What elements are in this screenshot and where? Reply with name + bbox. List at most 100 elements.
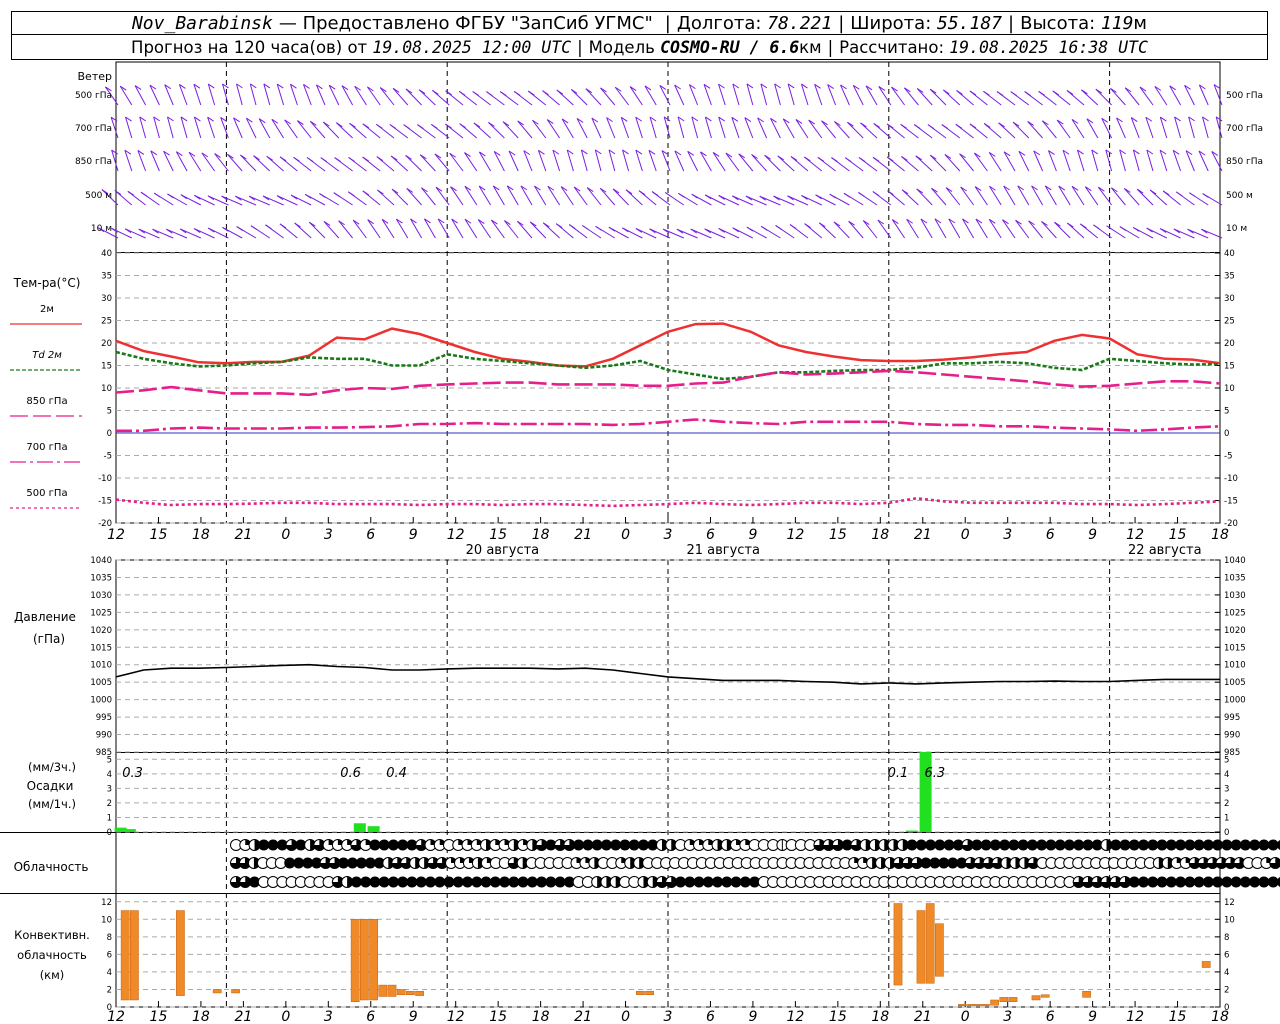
wind-barb-feather (293, 156, 300, 162)
wind-level-label-right: 700 гПа (1226, 124, 1263, 134)
wind-barb (1062, 150, 1071, 172)
wind-barb (478, 185, 492, 206)
convective-bar (1201, 961, 1211, 968)
wind-barb-feather (1132, 226, 1140, 232)
wind-barb (504, 220, 519, 239)
convective-title-line: Конвективн. (14, 928, 90, 942)
wind-barb (405, 155, 422, 172)
wind-barb (517, 120, 533, 139)
hour-tick-label: 15 (829, 527, 847, 543)
wind-barb (464, 152, 478, 172)
wind-barb-feather (1052, 90, 1060, 96)
wind-barb (960, 186, 975, 206)
wind-barb-feather (445, 90, 452, 96)
hour-tick-label: 9 (1088, 1009, 1097, 1024)
wind-barb-feather (458, 90, 466, 96)
convective-bar (231, 989, 240, 994)
wind-barb (381, 219, 395, 239)
hour-tick-label: 18 (1211, 1009, 1229, 1024)
wind-barb-feather (555, 223, 563, 229)
wind-barb-feather (678, 192, 685, 198)
hour-tick-label: 18 (871, 1009, 889, 1024)
wind-barb (1071, 119, 1085, 139)
wind-barb-feather (996, 91, 1004, 96)
wind-barb (258, 118, 271, 139)
pres-tick-label-left: 1035 (90, 573, 112, 583)
wind-barb (1058, 185, 1071, 206)
temp-series-500-гПа (115, 496, 1221, 508)
wind-barb-feather (790, 156, 798, 161)
pres-tick-label-left: 1010 (90, 661, 112, 671)
temp-legend-title: Тем-ра(°С) (13, 276, 81, 290)
wind-barb (738, 153, 754, 172)
wind-barb (1054, 221, 1071, 239)
wind-barb (988, 152, 1002, 172)
wind-barb-feather (294, 222, 301, 228)
hour-tick-label: 18 (192, 527, 210, 543)
wind-barb (795, 119, 809, 139)
temp-legend-label: Td 2м (32, 350, 62, 361)
wind-barb-feather (1080, 223, 1087, 229)
wind-barb (560, 186, 574, 206)
wind-barb (1012, 121, 1030, 139)
wind-barb (1031, 185, 1044, 206)
wind-barbs (97, 83, 1223, 239)
wind-barb (614, 86, 629, 106)
wind-barb-feather (349, 122, 356, 128)
convective-bar (893, 903, 903, 986)
hour-tick-label: 15 (1169, 1009, 1187, 1024)
temp-tick-label-right: -10 (1224, 474, 1238, 484)
pres-tick-label-left: 1005 (90, 678, 112, 688)
pres-tick-label-right: 990 (1224, 731, 1240, 741)
wind-barb-feather (886, 123, 894, 129)
wind-barb (110, 117, 119, 139)
temp-tick-label-left: -5 (104, 452, 112, 462)
wind-barb (988, 219, 1002, 239)
wind-barb (959, 153, 974, 172)
temp-legend-label: 700 гПа (26, 442, 67, 453)
pressure-unit: (гПа) (33, 632, 65, 646)
wind-barb (945, 187, 961, 206)
wind-barb (323, 221, 340, 239)
wind-barb (352, 219, 367, 239)
wind-barb (193, 84, 202, 106)
wind-level-label-right: 500 гПа (1226, 91, 1263, 101)
conv-tick-label-left: 4 (107, 968, 112, 978)
wind-barb (1041, 221, 1057, 239)
temp-legend-label: 500 гПа (26, 488, 67, 499)
temp-tick-label-left: 15 (101, 362, 112, 372)
wind-barb (1044, 185, 1057, 206)
prec-tick-label-left: 4 (107, 770, 112, 780)
conv-tick-label-right: 6 (1224, 950, 1229, 960)
convective-bar (967, 1004, 990, 1006)
convective-bar (1082, 990, 1091, 998)
temp-tick-label-left: 25 (101, 317, 112, 327)
hour-tick-label: 21 (234, 527, 252, 543)
pres-tick-label-left: 1020 (90, 626, 112, 636)
wind-barb-feather (403, 124, 410, 130)
temp-tick-label-right: -15 (1224, 497, 1238, 507)
wind-barb-feather (608, 226, 616, 232)
wind-barb (975, 218, 988, 239)
wind-barb (1139, 86, 1154, 106)
prec-tick-label-left: 3 (107, 784, 112, 794)
wind-barb-feather (417, 124, 424, 130)
wind-barb-feather (651, 191, 659, 197)
wind-barb-feather (348, 156, 355, 162)
wind-barb-feather (817, 156, 825, 162)
date-label: 22 августа (1128, 543, 1202, 558)
wind-barb (506, 185, 519, 206)
precip-bar (123, 829, 136, 832)
pres-tick-label-right: 1010 (1224, 661, 1246, 671)
wind-barb-feather (279, 223, 287, 229)
wind-barb-feather (831, 157, 838, 162)
precip-unit-3h: (мм/3ч.) (28, 760, 76, 774)
hour-tick-label: 15 (1169, 527, 1187, 543)
pres-tick-label-left: 1025 (90, 608, 112, 618)
wind-barb-feather (568, 224, 576, 230)
wind-barb-feather (265, 224, 272, 230)
hour-tick-label: 6 (366, 527, 375, 543)
pres-tick-label-right: 1005 (1224, 678, 1246, 688)
prec-tick-label-right: 0 (1224, 828, 1229, 838)
wind-barb (920, 218, 933, 239)
